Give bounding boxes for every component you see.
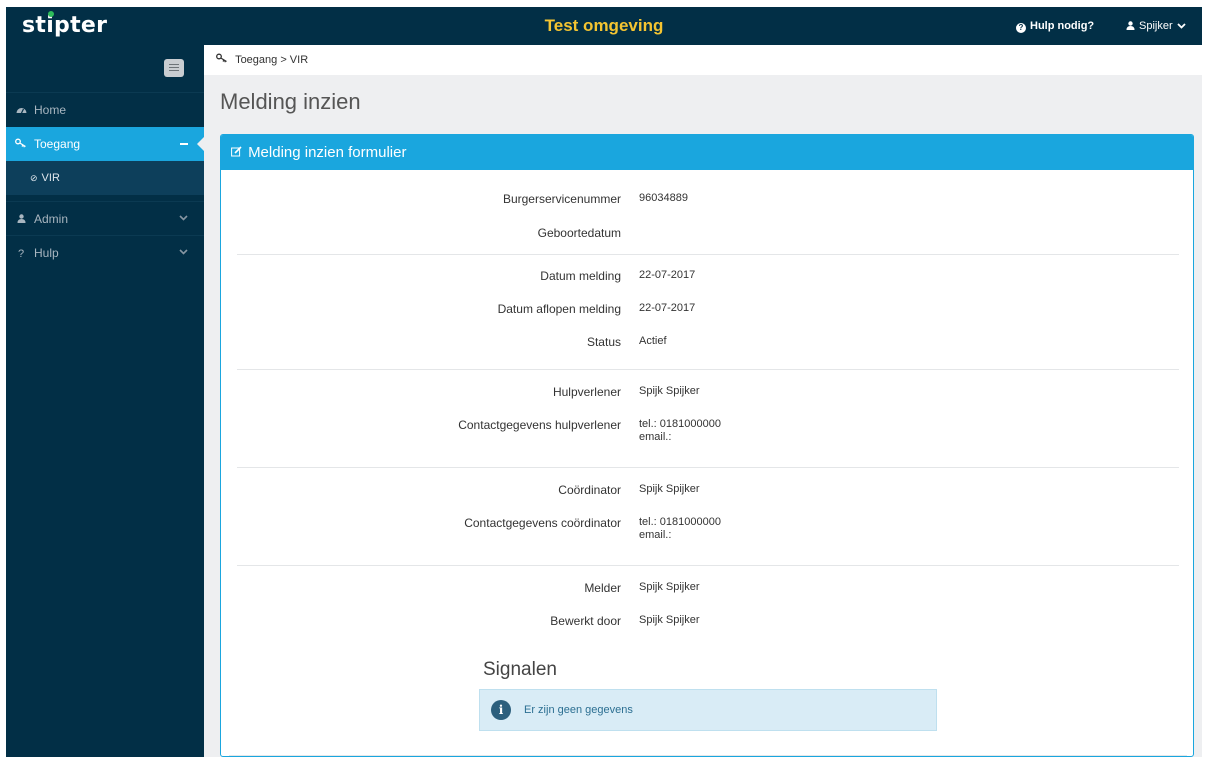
signals-heading: Signalen	[483, 659, 557, 680]
page-title: Melding inzien	[220, 89, 361, 114]
question-circle-icon: ?	[1016, 23, 1026, 33]
sidebar: Home Toegang ⊘ VIR Admin ? Hulp	[6, 45, 205, 757]
sidebar-item-hulp[interactable]: ? Hulp	[6, 235, 204, 269]
field-label: Geboortedatum	[537, 226, 621, 240]
sidebar-item-toegang[interactable]: Toegang	[6, 127, 205, 162]
user-icon	[14, 203, 28, 237]
empty-signals-alert: i Er zijn geen gegevens	[479, 689, 937, 731]
field-label: Contactgegevens coördinator	[464, 516, 621, 530]
field-label: Status	[586, 335, 621, 349]
field-label: Melder	[584, 581, 621, 595]
field-label: Contactgegevens hulpverlener	[458, 418, 621, 432]
breadcrumb-text[interactable]: Toegang > VIR	[235, 54, 308, 66]
field-value: Spijk Spijker	[639, 581, 700, 593]
sidebar-item-label: Hulp	[34, 246, 59, 260]
divider	[237, 565, 1179, 566]
email-value: email.:	[639, 431, 672, 443]
user-menu[interactable]: Spijker	[1126, 7, 1186, 45]
app-frame: stipter Test omgeving ? Hulp nodig? Spijk…	[6, 7, 1202, 757]
logo[interactable]: stipter	[22, 11, 108, 40]
phone-value: tel.: 0181000000	[639, 516, 721, 528]
field-value: Spijk Spijker	[639, 483, 700, 495]
divider	[237, 467, 1179, 468]
field-label: Coördinator	[558, 483, 621, 497]
field-label: Hulpverlener	[552, 385, 621, 399]
field-value: tel.: 0181000000 email.:	[639, 516, 721, 542]
email-value: email.:	[639, 529, 672, 541]
help-link[interactable]: ? Hulp nodig?	[1016, 7, 1094, 45]
field-label: Datum aflopen melding	[497, 302, 621, 316]
field-value: Actief	[639, 335, 667, 347]
edit-icon	[231, 146, 245, 160]
chevron-down-icon	[1176, 8, 1186, 46]
question-icon: ?	[17, 248, 25, 260]
field-value: 22-07-2017	[639, 269, 696, 281]
breadcrumb: Toegang > VIR	[204, 45, 1202, 75]
logo-text: stipter	[22, 13, 108, 38]
field-value: Spijk Spijker	[639, 385, 700, 397]
key-icon	[216, 53, 231, 66]
field-value: tel.: 0181000000 email.:	[639, 418, 721, 444]
help-label: Hulp nodig?	[1030, 20, 1095, 32]
phone-value: tel.: 0181000000	[639, 418, 721, 430]
dashboard-icon	[14, 94, 28, 128]
field-label: Bewerkt door	[550, 614, 621, 628]
sidebar-item-vir[interactable]: ⊘ VIR	[6, 161, 204, 195]
divider	[229, 755, 1187, 756]
circle-check-icon: ⊘	[30, 173, 38, 183]
user-icon	[1126, 8, 1135, 46]
field-label: Datum melding	[540, 269, 621, 283]
chevron-down-icon	[179, 236, 188, 270]
divider	[237, 369, 1179, 370]
key-icon	[14, 128, 28, 162]
info-icon: i	[491, 700, 511, 720]
user-label: Spijker	[1139, 20, 1173, 32]
form-panel: Melding inzien formulier Burgerservicenu…	[220, 134, 1194, 757]
sidebar-item-label: Toegang	[34, 137, 81, 151]
field-value: 96034889	[639, 192, 688, 204]
chevron-down-icon	[179, 202, 188, 236]
collapse-icon	[180, 143, 188, 145]
divider	[237, 254, 1179, 255]
sidebar-item-label: Admin	[34, 212, 69, 226]
panel-header: Melding inzien formulier	[221, 135, 1193, 170]
sidebar-item-home[interactable]: Home	[6, 92, 204, 126]
active-indicator	[197, 136, 205, 152]
panel-title: Melding inzien formulier	[248, 144, 407, 161]
field-label: Burgerservicenummer	[502, 192, 621, 206]
sidebar-item-label: Home	[34, 103, 67, 117]
sidebar-item-admin[interactable]: Admin	[6, 201, 204, 235]
top-bar: stipter Test omgeving ? Hulp nodig? Spijk…	[6, 7, 1202, 45]
field-value: Spijk Spijker	[639, 614, 700, 626]
sidebar-item-label: VIR	[41, 172, 60, 184]
alert-text: Er zijn geen gegevens	[524, 704, 633, 716]
field-value: 22-07-2017	[639, 302, 696, 314]
logo-dot	[48, 11, 54, 17]
sidebar-toggle-button[interactable]	[164, 59, 184, 77]
